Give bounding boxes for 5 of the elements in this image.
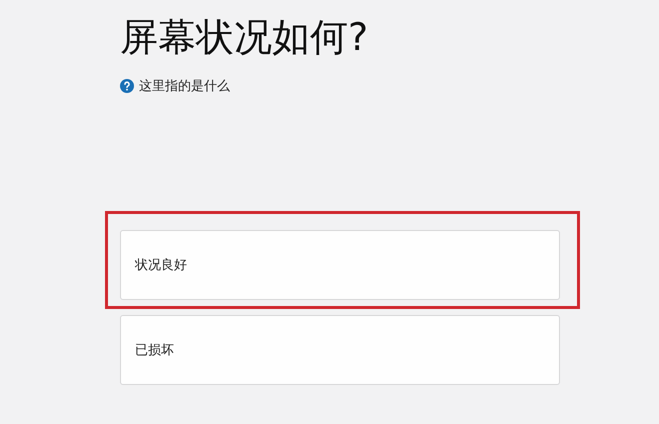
help-link[interactable]: 这里指的是什么 [139, 77, 230, 95]
page-title: 屏幕状况如何? [120, 14, 370, 61]
help-icon [120, 79, 134, 93]
option-card[interactable]: 状况良好 [120, 230, 560, 300]
option-card[interactable]: 已损坏 [120, 315, 560, 385]
